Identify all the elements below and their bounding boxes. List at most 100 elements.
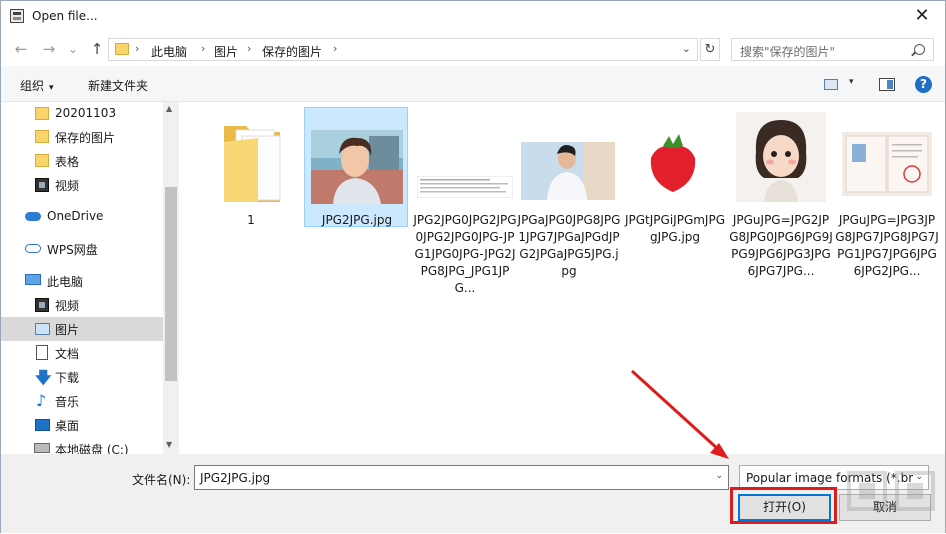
breadcrumb-item-this-pc[interactable]: 此电脑 [151, 43, 187, 60]
app-icon [10, 9, 24, 23]
video-icon [35, 178, 49, 192]
forward-button[interactable]: → [39, 39, 59, 59]
search-input[interactable]: 搜索"保存的图片" [731, 38, 934, 61]
close-button[interactable]: ✕ [899, 1, 945, 32]
music-icon: ♪ [36, 391, 47, 410]
filename-label: 文件名(N): [132, 473, 191, 487]
folder-icon [35, 154, 49, 167]
folder-icon [115, 43, 129, 55]
sidebar-item-saved-pictures[interactable]: 保存的图片 [1, 125, 163, 149]
sidebar-item-label: 图片 [55, 323, 80, 337]
file-item-folder[interactable]: 1 [199, 108, 303, 228]
file-name: 1 [247, 213, 255, 227]
scroll-up-icon[interactable]: ▲ [166, 104, 172, 113]
organize-button[interactable]: 组织 ▾ [20, 77, 54, 94]
photo-thumbnail [521, 142, 615, 200]
scroll-down-icon[interactable]: ▼ [166, 440, 172, 449]
sidebar-item-documents[interactable]: 文档 [1, 341, 163, 365]
window-title: Open file... [32, 9, 98, 23]
sidebar-item-label: 保存的图片 [55, 131, 116, 145]
preview-pane-icon[interactable] [879, 78, 895, 91]
sidebar-item-label: OneDrive [47, 209, 104, 223]
document-icon [36, 345, 48, 360]
file-name: JPG2JPG0JPG2JPG0JPG2JPG0JPG-JPG1JPG0JPG-… [413, 213, 517, 295]
back-button[interactable]: ← [11, 39, 31, 59]
sidebar-item-label: 桌面 [55, 419, 80, 433]
title-bar: Open file... ✕ [1, 1, 945, 32]
sidebar-item-desktop[interactable]: 桌面 [1, 413, 163, 437]
strawberry-thumbnail [627, 126, 719, 200]
breadcrumb-separator: › [135, 42, 140, 55]
sidebar-item-label: 视频 [55, 299, 80, 313]
sidebar-item-onedrive[interactable]: OneDrive [1, 205, 163, 229]
search-icon [914, 44, 925, 55]
sidebar-item-label: 20201103 [55, 106, 117, 120]
file-item[interactable]: JPGuJPG=JPG2JPG8JPG0JPG6JPG9JPG9JPG6JPG3… [729, 108, 833, 278]
video-icon [35, 298, 49, 312]
cloud-icon [25, 212, 41, 221]
sidebar-item-pictures[interactable]: 图片 [1, 317, 163, 341]
file-item[interactable]: JPGtJPGiJPGmJPGgJPG.jpg [623, 108, 727, 258]
file-item[interactable]: JPG2JPG0JPG2JPG0JPG2JPG0JPG-JPG1JPG0JPG-… [413, 108, 517, 295]
sidebar-item-label: 文档 [55, 347, 80, 361]
refresh-button[interactable]: ↻ [700, 38, 720, 61]
filename-input[interactable]: JPG2JPG.jpg ⌄ [194, 465, 729, 490]
file-item[interactable]: JPGuJPG=JPG3JPG8JPG7JPG8JPG7JPG1JPG7JPG6… [835, 108, 939, 278]
view-options-icon[interactable] [824, 79, 838, 90]
address-bar[interactable]: › 此电脑 › 图片 › 保存的图片 › ⌄ [108, 38, 698, 61]
sidebar-item-wps-cloud[interactable]: WPS网盘 [1, 237, 163, 261]
navigation-row: ← → ⌄ ↑ › 此电脑 › 图片 › 保存的图片 › ⌄ ↻ 搜索"保存的图… [1, 32, 945, 66]
file-name: JPGuJPG=JPG3JPG8JPG7JPG8JPG7JPG1JPG7JPG6… [835, 213, 939, 278]
watermark-logo [847, 471, 935, 511]
file-name: JPG2JPG.jpg [321, 213, 393, 227]
breadcrumb-separator: › [333, 42, 338, 55]
sidebar-item-label: WPS网盘 [47, 243, 98, 257]
sidebar-item-tables[interactable]: 表格 [1, 149, 163, 173]
search-placeholder: 搜索"保存的图片" [740, 45, 836, 59]
chevron-down-icon[interactable]: ⌄ [715, 471, 723, 481]
breadcrumb-item-saved-pictures[interactable]: 保存的图片 [262, 43, 322, 60]
sidebar-item-this-pc[interactable]: 此电脑 [1, 269, 163, 293]
scrollbar-thumb[interactable] [165, 187, 177, 381]
cartoon-girl-thumbnail [736, 112, 826, 202]
new-folder-button[interactable]: 新建文件夹 [88, 77, 148, 94]
sidebar-item-label: 此电脑 [47, 275, 84, 289]
sidebar-item-videos[interactable]: 视频 [1, 293, 163, 317]
file-item[interactable]: JPGaJPG0JPG8JPG1JPG7JPGaJPGdJPG2JPGaJPG5… [517, 108, 621, 278]
sidebar-item-downloads[interactable]: 🡇 下载 [1, 365, 163, 389]
sidebar-item-20201103[interactable]: 20201103 [1, 102, 163, 126]
help-icon[interactable]: ? [915, 76, 932, 93]
certificate-thumbnail [842, 132, 932, 196]
sidebar-item-label: 音乐 [55, 395, 80, 409]
up-button[interactable]: ↑ [87, 39, 107, 59]
folder-icon [224, 126, 281, 202]
sidebar-item-label: 本地磁盘 (C:) [55, 443, 129, 454]
pictures-icon [35, 323, 50, 335]
sidebar-item-label: 下载 [55, 371, 80, 385]
sidebar-item-videos[interactable]: 视频 [1, 173, 163, 197]
recent-locations-button[interactable]: ⌄ [63, 39, 83, 59]
file-name: JPGaJPG0JPG8JPG1JPG7JPGaJPGdJPG2JPGaJPG5… [517, 213, 621, 278]
disk-icon [34, 443, 50, 453]
chevron-down-icon[interactable]: ⌄ [682, 42, 691, 55]
file-list: 1 JPG2JPG.jpg JPG2JPG0JPG2JPG0JPG2JPG0JP… [179, 102, 945, 454]
chevron-down-icon: ▾ [49, 83, 54, 93]
sidebar-item-label: 视频 [55, 179, 80, 193]
open-button-highlight-box [730, 487, 837, 524]
sidebar-item-local-disk[interactable]: 本地磁盘 (C:) [1, 437, 163, 454]
sidebar-item-music[interactable]: ♪ 音乐 [1, 389, 163, 413]
desktop-icon [35, 419, 50, 431]
breadcrumb-separator: › [201, 42, 206, 55]
sidebar-item-label: 表格 [55, 155, 80, 169]
breadcrumb-item-pictures[interactable]: 图片 [214, 43, 238, 60]
open-file-dialog: Open file... ✕ ← → ⌄ ↑ › 此电脑 › 图片 › 保存的图… [0, 0, 946, 533]
filename-value: JPG2JPG.jpg [200, 471, 271, 485]
file-name: JPGuJPG=JPG2JPG8JPG0JPG6JPG9JPG9JPG6JPG3… [729, 213, 833, 278]
organize-label: 组织 [20, 79, 45, 93]
command-toolbar: 组织 ▾ 新建文件夹 ▾ ? [1, 66, 945, 102]
anime-portrait-thumbnail [311, 130, 403, 204]
file-item-selected[interactable]: JPG2JPG.jpg [304, 107, 408, 227]
breadcrumb-separator: › [247, 42, 252, 55]
chevron-down-icon[interactable]: ▾ [849, 77, 854, 87]
file-name: JPGtJPGiJPGmJPGgJPG.jpg [624, 213, 726, 244]
